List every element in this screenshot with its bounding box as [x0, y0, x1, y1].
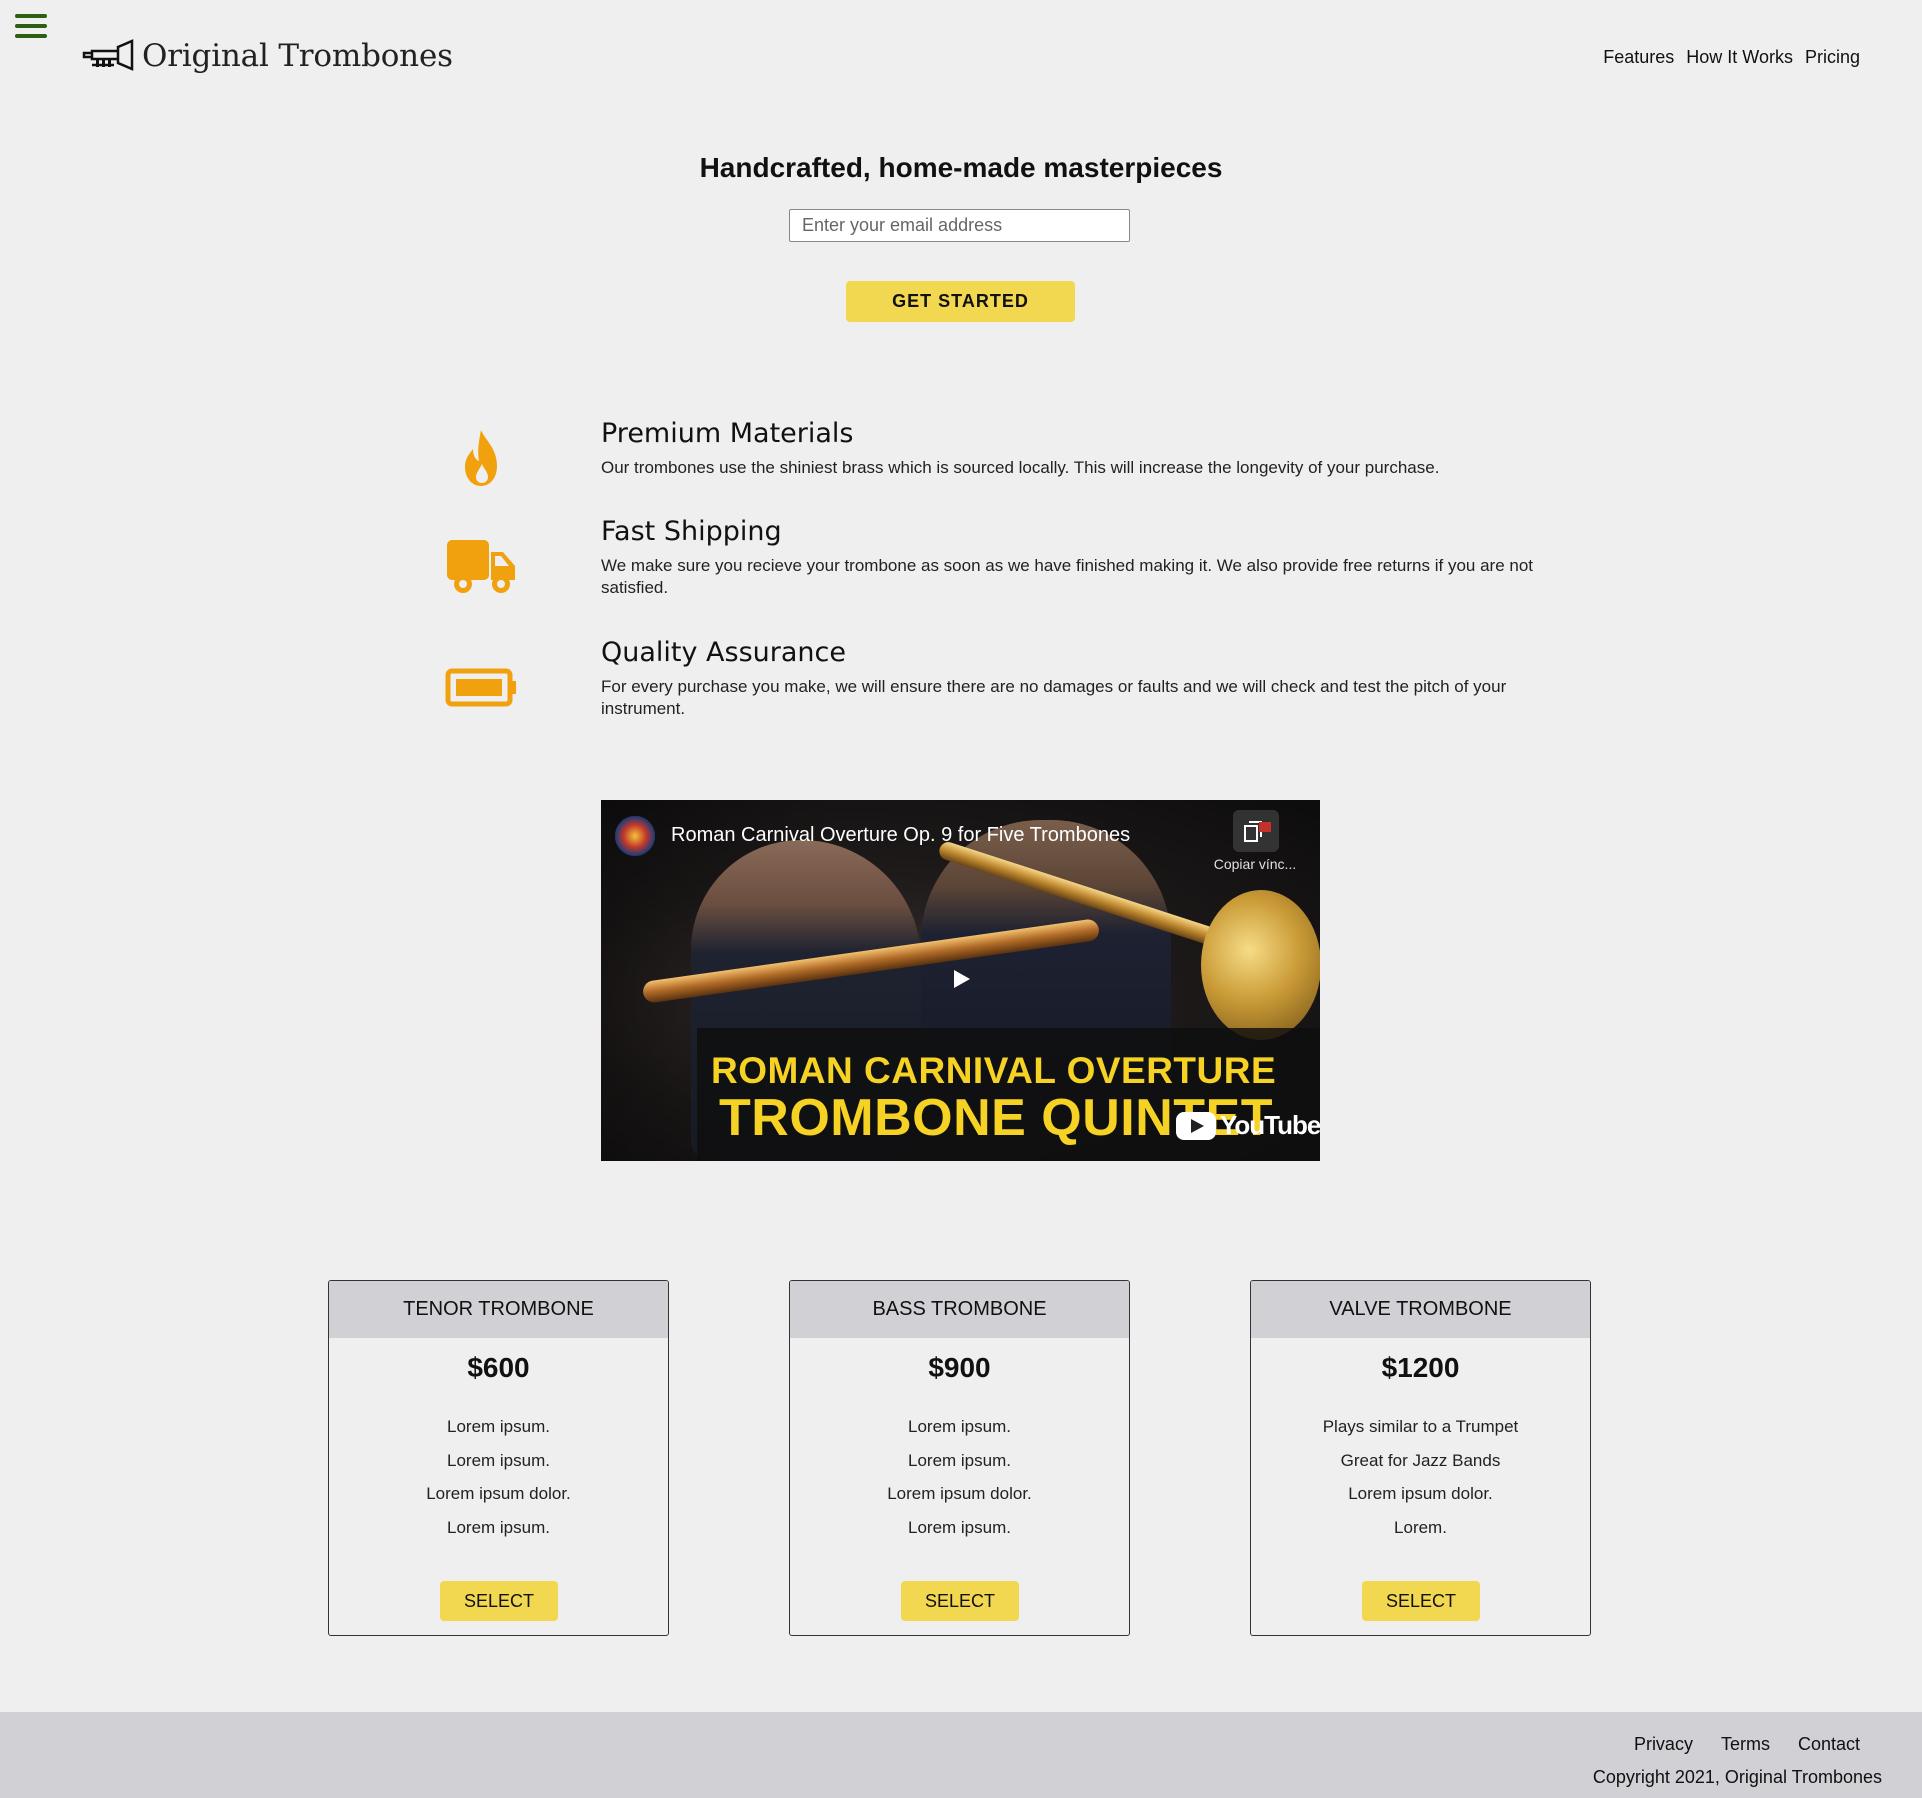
card-feature: Lorem ipsum.	[447, 1450, 550, 1470]
pricing-card-bass: BASS TROMBONE $900 Lorem ipsum. Lorem ip…	[789, 1280, 1130, 1636]
youtube-label: YouTube	[1220, 1110, 1320, 1140]
card-feature: Lorem ipsum.	[447, 1517, 550, 1537]
card-feature-list: Lorem ipsum. Lorem ipsum. Lorem ipsum do…	[790, 1410, 1129, 1544]
email-input[interactable]	[789, 209, 1130, 242]
card-feature: Plays similar to a Trumpet	[1322, 1417, 1519, 1436]
play-icon[interactable]	[937, 955, 985, 1003]
card-feature: Lorem ipsum.	[447, 1417, 550, 1436]
video-player[interactable]: Roman Carnival Overture Op. 9 for Five T…	[601, 800, 1320, 1161]
card-feature: Lorem ipsum.	[908, 1450, 1011, 1470]
footer-link-privacy[interactable]: Privacy	[1634, 1734, 1693, 1755]
nav-how-it-works[interactable]: How It Works	[1686, 47, 1793, 68]
card-feature: Lorem.	[1394, 1517, 1447, 1537]
footer-link-contact[interactable]: Contact	[1798, 1734, 1860, 1755]
feature-text-premium-materials: Our trombones use the shiniest brass whi…	[601, 458, 1440, 477]
pricing-card-valve: VALVE TROMBONE $1200 Plays similar to a …	[1250, 1280, 1591, 1636]
feature-title-fast-shipping: Fast Shipping	[601, 516, 782, 547]
copy-icon	[1244, 821, 1271, 842]
youtube-play-icon	[1176, 1111, 1216, 1140]
get-started-button[interactable]: GET STARTED	[846, 281, 1075, 322]
feature-text-fast-shipping: We make sure you recieve your trombone a…	[601, 556, 1534, 597]
trumpet-logo-icon	[82, 39, 134, 71]
youtube-logo[interactable]: YouTube	[1176, 1110, 1320, 1141]
video-title[interactable]: Roman Carnival Overture Op. 9 for Five T…	[671, 824, 1130, 847]
card-feature: Lorem ipsum dolor.	[1348, 1484, 1493, 1503]
select-valve-button[interactable]: SELECT	[1362, 1581, 1480, 1621]
card-title: VALVE TROMBONE	[1251, 1281, 1590, 1338]
nav-features[interactable]: Features	[1603, 47, 1674, 68]
battery-icon	[441, 654, 521, 724]
copyright-text: Copyright 2021, Original Trombones	[1592, 1767, 1882, 1787]
select-tenor-button[interactable]: SELECT	[440, 1581, 558, 1621]
card-feature: Lorem ipsum.	[908, 1517, 1011, 1537]
footer-links: Privacy Terms Contact	[1634, 1734, 1860, 1755]
channel-logo-icon[interactable]	[615, 816, 655, 856]
copy-link-label: Copiar vínc...	[1213, 856, 1297, 872]
card-feature-list: Plays similar to a Trumpet Great for Jaz…	[1251, 1410, 1590, 1544]
copy-link-button[interactable]: Copiar vínc...	[1203, 810, 1307, 872]
main-nav: Features How It Works Pricing	[1603, 47, 1860, 68]
card-feature: Lorem ipsum.	[908, 1417, 1011, 1436]
video-caption-line1: ROMAN CARNIVAL OVERTURE	[711, 1050, 1277, 1091]
footer-link-terms[interactable]: Terms	[1721, 1734, 1770, 1755]
card-feature: Great for Jazz Bands	[1340, 1450, 1501, 1470]
nav-pricing[interactable]: Pricing	[1805, 47, 1860, 68]
menu-toggle-icon[interactable]	[15, 14, 47, 40]
card-price: $900	[928, 1352, 991, 1383]
card-price: $1200	[1381, 1352, 1460, 1383]
card-feature: Lorem ipsum dolor.	[887, 1484, 1032, 1503]
truck-icon	[441, 532, 521, 602]
card-price: $600	[467, 1352, 530, 1383]
logo[interactable]: Original Trombones	[82, 34, 453, 78]
card-title: TENOR TROMBONE	[329, 1281, 668, 1338]
feature-text-quality-assurance: For every purchase you make, we will ens…	[601, 677, 1507, 718]
hero-title: Handcrafted, home-made masterpieces	[699, 152, 1223, 183]
select-bass-button[interactable]: SELECT	[901, 1581, 1019, 1621]
card-feature-list: Lorem ipsum. Lorem ipsum. Lorem ipsum do…	[329, 1410, 668, 1544]
feature-title-premium-materials: Premium Materials	[601, 418, 854, 449]
card-title: BASS TROMBONE	[790, 1281, 1129, 1338]
feature-title-quality-assurance: Quality Assurance	[601, 637, 846, 668]
pricing-card-tenor: TENOR TROMBONE $600 Lorem ipsum. Lorem i…	[328, 1280, 669, 1636]
footer: Privacy Terms Contact Copyright 2021, Or…	[0, 1712, 1922, 1798]
card-feature: Lorem ipsum dolor.	[426, 1484, 571, 1503]
fire-icon	[441, 424, 521, 494]
brand-name: Original Trombones	[142, 38, 453, 74]
